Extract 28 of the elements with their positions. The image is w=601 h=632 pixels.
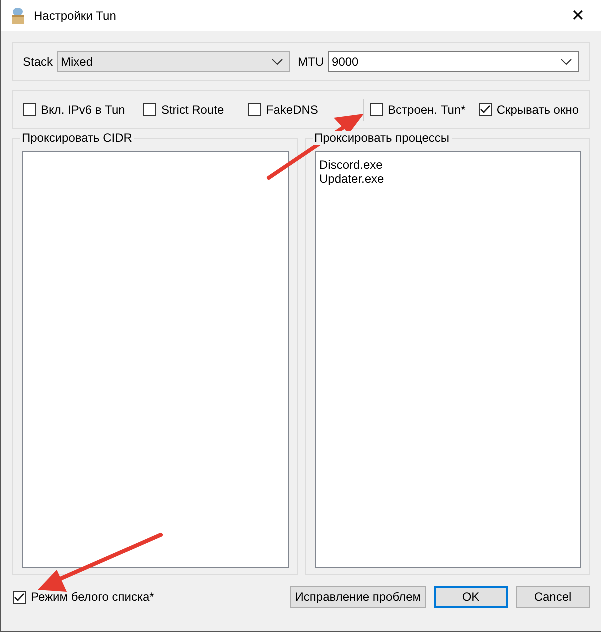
checkbox[interactable] [143,103,156,116]
checkbox[interactable] [478,103,492,116]
checkbox-label: Встроен. Tun* [388,102,466,116]
list-item[interactable]: Discord.exe [320,158,576,172]
checkbox[interactable] [13,590,26,604]
app-icon [10,6,26,24]
checkbox-label: Режим белого списка* [31,590,154,604]
checkbox[interactable] [248,103,262,116]
group-title: Проксировать CIDR [20,131,134,145]
checkbox-label: Скрывать окно [496,102,580,116]
window-title: Настройки Tun [34,8,118,22]
list-item[interactable]: Updater.exe [320,172,576,186]
group-title: Проксировать процессы [312,131,452,145]
mtu-dropdown[interactable]: 9000 [328,51,579,72]
close-button[interactable]: ✕ [555,6,601,26]
checkbox[interactable] [23,103,36,116]
checkbox-label: Вкл. IPv6 в Tun [41,102,126,116]
checkbox[interactable] [370,103,384,116]
process-list[interactable]: Discord.exe Updater.exe [314,151,581,568]
dialog-button[interactable]: Исправление проблем [290,586,426,608]
dialog-button[interactable]: Cancel [516,586,590,608]
stack-label: Stack [23,54,54,68]
dialog-button[interactable]: OK [434,586,508,608]
chevron-icon [561,58,572,64]
chevron-icon [272,58,284,64]
mtu-label: MTU [298,54,324,68]
checkbox-label: Strict Route [161,102,224,116]
checkbox-label: FakeDNS [266,102,318,116]
